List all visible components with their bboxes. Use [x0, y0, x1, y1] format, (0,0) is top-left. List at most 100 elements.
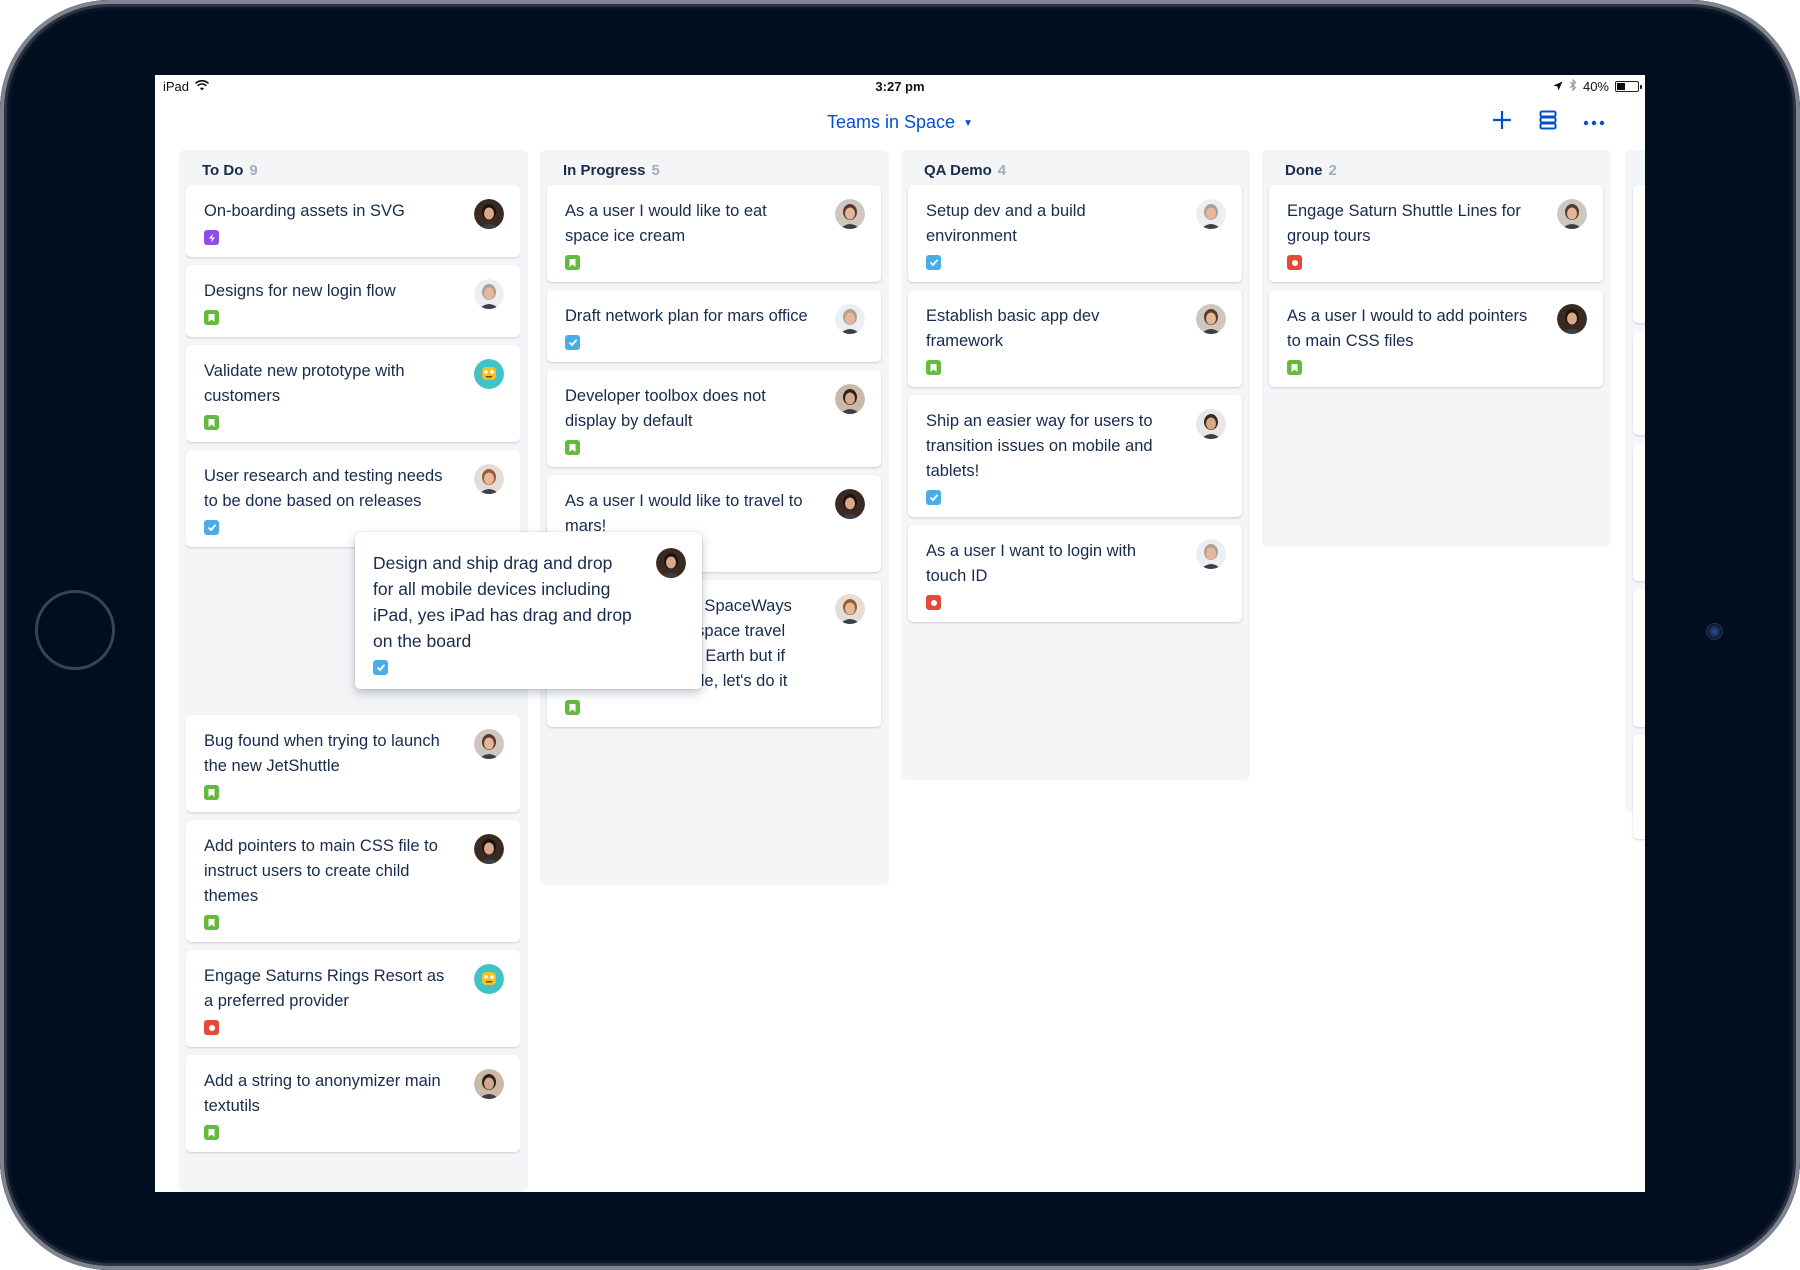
- card-placeholder[interactable]: [1633, 735, 1645, 839]
- assignee-avatar: [1196, 199, 1226, 229]
- assignee-avatar: [474, 359, 504, 389]
- card-title: Validate new prototype with customers: [204, 362, 405, 405]
- assignee-avatar: [835, 594, 865, 624]
- dragged-card[interactable]: Design and ship drag and drop for all mo…: [355, 532, 702, 689]
- clock: 3:27 pm: [875, 79, 925, 94]
- card-title: Engage Saturn Shuttle Lines for group to…: [1287, 202, 1521, 245]
- task-icon: [926, 490, 941, 505]
- issue-card[interactable]: Designs for new login flow: [186, 265, 520, 337]
- issue-card[interactable]: Bug found when trying to launch the new …: [186, 715, 520, 812]
- front-camera: [1706, 623, 1723, 640]
- card-title: Bug found when trying to launch the new …: [204, 732, 440, 775]
- assignee-avatar: [1196, 304, 1226, 334]
- screen: iPad 3:27 pm 40% Teams in Space ▼ To Do …: [155, 75, 1645, 1192]
- status-bar: iPad 3:27 pm 40%: [155, 75, 1645, 99]
- column-name: QA Demo: [924, 162, 992, 179]
- card-title: On-boarding assets in SVG: [204, 202, 405, 220]
- issue-card[interactable]: As a user I would to add pointers to mai…: [1269, 290, 1603, 387]
- column-count: 4: [997, 162, 1007, 179]
- column-name: Done: [1285, 162, 1323, 179]
- location-icon: [1553, 79, 1563, 94]
- column-name: To Do: [202, 162, 244, 179]
- issue-card[interactable]: Add pointers to main CSS file to instruc…: [186, 820, 520, 942]
- column-offscreen: [1625, 150, 1645, 839]
- column-count: 5: [651, 162, 660, 179]
- card-title: Designs for new login flow: [204, 282, 396, 300]
- assignee-avatar: [474, 834, 504, 864]
- home-button[interactable]: [35, 590, 115, 670]
- assignee-avatar: [474, 464, 504, 494]
- battery-icon: [1615, 81, 1642, 92]
- assignee-avatar: [1557, 199, 1587, 229]
- bug-icon: [1287, 255, 1302, 270]
- assignee-avatar: [474, 1069, 504, 1099]
- card-placeholder[interactable]: [1633, 331, 1645, 435]
- column-in-progress: In Progress 5 As a user I would like to e…: [540, 150, 889, 885]
- story-icon: [565, 255, 580, 270]
- board-title: Teams in Space: [827, 112, 956, 132]
- issue-card[interactable]: Validate new prototype with customers: [186, 345, 520, 442]
- assignee-avatar: [656, 548, 686, 578]
- card-title: Ship an easier way for users to transiti…: [926, 412, 1153, 480]
- column-header: In Progress 5: [563, 162, 660, 179]
- story-icon: [565, 700, 580, 715]
- issue-card[interactable]: Setup dev and a build environment: [908, 185, 1242, 282]
- column-header: To Do 9: [202, 162, 258, 179]
- card-placeholder[interactable]: [1633, 589, 1645, 727]
- card-title: Draft network plan for mars office: [565, 307, 808, 325]
- story-icon: [1287, 360, 1302, 375]
- issue-card[interactable]: Ship an easier way for users to transiti…: [908, 395, 1242, 517]
- card-title: User research and testing needs to be do…: [204, 467, 443, 510]
- issue-card[interactable]: As a user I want to login with touch ID: [908, 525, 1242, 622]
- assignee-avatar: [1196, 539, 1226, 569]
- card-title: As a user I would like to eat space ice …: [565, 202, 767, 245]
- assignee-avatar: [474, 279, 504, 309]
- bluetooth-icon: [1569, 78, 1577, 94]
- more-options-button[interactable]: [1581, 109, 1607, 135]
- assignee-avatar: [835, 384, 865, 414]
- issue-card[interactable]: Engage Saturn Shuttle Lines for group to…: [1269, 185, 1603, 282]
- bug-icon: [926, 595, 941, 610]
- story-icon: [204, 915, 219, 930]
- board-settings-icon: [1538, 110, 1558, 135]
- story-icon: [204, 785, 219, 800]
- issue-card[interactable]: Engage Saturns Rings Resort as a preferr…: [186, 950, 520, 1047]
- caret-down-icon: ▼: [963, 118, 973, 129]
- board-settings-button[interactable]: [1535, 109, 1561, 135]
- column-count: 2: [1328, 162, 1337, 179]
- card-list: Setup dev and a build environment Establi…: [908, 185, 1242, 630]
- card-title: As a user I want to login with touch ID: [926, 542, 1137, 585]
- plus-icon: [1492, 110, 1512, 135]
- card-title: Add pointers to main CSS file to instruc…: [204, 837, 438, 905]
- story-icon: [565, 440, 580, 455]
- story-icon: [204, 310, 219, 325]
- board-header: Teams in Space ▼: [155, 99, 1645, 149]
- issue-card[interactable]: On-boarding assets in SVG: [186, 185, 520, 257]
- board-switcher[interactable]: Teams in Space ▼: [155, 112, 1645, 133]
- card-title: Setup dev and a build environment: [926, 202, 1086, 245]
- assignee-avatar: [474, 199, 504, 229]
- bug-icon: [204, 1020, 219, 1035]
- assignee-avatar: [835, 304, 865, 334]
- task-icon: [926, 255, 941, 270]
- story-icon: [926, 360, 941, 375]
- issue-card[interactable]: Establish basic app dev framework: [908, 290, 1242, 387]
- assignee-avatar: [474, 964, 504, 994]
- issue-card[interactable]: Developer toolbox does not display by de…: [547, 370, 881, 467]
- column-header: QA Demo 4: [924, 162, 1006, 179]
- card-title: Developer toolbox does not display by de…: [565, 387, 766, 430]
- issue-card[interactable]: Draft network plan for mars office: [547, 290, 881, 362]
- task-icon: [204, 520, 219, 535]
- card-title: Design and ship drag and drop for all mo…: [373, 553, 632, 651]
- issue-card[interactable]: Add a string to anonymizer main textutil…: [186, 1055, 520, 1152]
- card-title: Add a string to anonymizer main textutil…: [204, 1072, 441, 1115]
- create-issue-button[interactable]: [1489, 109, 1515, 135]
- card-list-offscreen: [1633, 185, 1645, 847]
- card-title: Establish basic app dev framework: [926, 307, 1100, 350]
- card-placeholder[interactable]: [1633, 185, 1645, 323]
- assignee-avatar: [474, 729, 504, 759]
- assignee-avatar: [835, 199, 865, 229]
- issue-card[interactable]: As a user I would like to eat space ice …: [547, 185, 881, 282]
- card-placeholder[interactable]: [1633, 443, 1645, 581]
- epic-icon: [204, 230, 219, 245]
